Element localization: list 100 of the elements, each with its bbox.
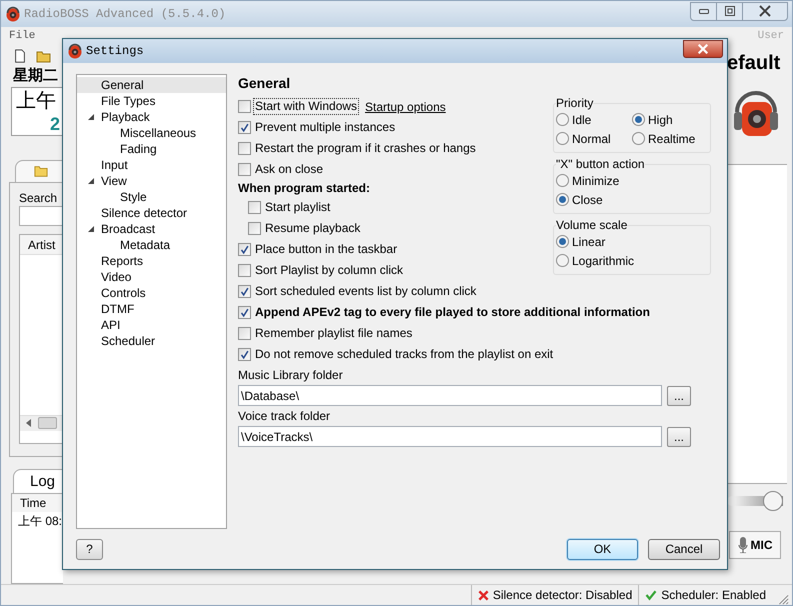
new-file-icon[interactable] (13, 48, 27, 64)
scroll-thumb[interactable] (38, 417, 57, 430)
checkbox-label[interactable]: Do not remove scheduled tracks from the playlist on exit (254, 347, 554, 362)
tree-item[interactable]: API (101, 317, 120, 333)
slider-thumb[interactable] (763, 491, 783, 511)
menu-item[interactable]: File (9, 28, 36, 44)
status-item: Scheduler: Enabled (638, 585, 772, 605)
checkbox[interactable] (238, 327, 251, 340)
ok-button[interactable]: OK (567, 538, 638, 560)
help-button[interactable]: ? (76, 538, 103, 560)
input-field[interactable]: \VoiceTracks\ (238, 426, 662, 447)
checkbox-label[interactable]: Prevent multiple instances (254, 120, 396, 135)
check-icon (645, 589, 658, 601)
window-title: RadioBOSS Advanced (5.5.4.0) (24, 6, 226, 23)
cross-icon (478, 590, 489, 600)
radio-label[interactable]: Close (572, 190, 603, 208)
browse-button[interactable]: ... (667, 386, 691, 406)
checkbox[interactable] (238, 306, 251, 319)
tree-item[interactable]: Video (101, 269, 132, 285)
close-button[interactable] (683, 40, 723, 58)
group-heading: When program started: (238, 180, 372, 197)
group-title: Priority (556, 96, 594, 110)
checkbox-label[interactable]: Ask on close (254, 162, 324, 177)
radio-label[interactable]: Logarithmic (572, 252, 634, 270)
checkbox-label[interactable]: Sort Playlist by column click (254, 263, 404, 278)
checkbox-label[interactable]: Remember playlist file names (254, 326, 414, 341)
tree-item[interactable]: Silence detector (101, 205, 188, 221)
mic-button[interactable]: MIC (729, 531, 781, 559)
close-icon (759, 5, 771, 17)
group-title: Volume scale (556, 218, 628, 232)
radio-label[interactable]: Linear (572, 232, 606, 250)
collapse-icon[interactable] (87, 225, 95, 233)
collapse-icon[interactable] (87, 113, 95, 121)
log-tab[interactable]: Log (13, 469, 63, 494)
minimize-icon (698, 8, 708, 14)
folder-tab[interactable] (15, 160, 63, 182)
tree-item[interactable]: Miscellaneous (120, 125, 196, 141)
checkbox[interactable] (238, 264, 251, 277)
checkbox[interactable] (248, 222, 261, 235)
radio-button[interactable] (556, 254, 569, 267)
tree-item[interactable]: Scheduler (101, 333, 156, 349)
radio-button[interactable] (556, 113, 569, 126)
cancel-button[interactable]: Cancel (648, 538, 720, 560)
checkbox[interactable] (238, 121, 251, 134)
search-field[interactable] (19, 206, 63, 226)
column-header[interactable]: Artist (20, 234, 63, 255)
radio-label[interactable]: Normal (572, 130, 611, 148)
checkbox[interactable] (238, 163, 251, 176)
scrollbar[interactable] (20, 414, 63, 431)
close-icon (697, 44, 709, 54)
browse-button[interactable]: ... (667, 426, 691, 446)
speaker-icon (5, 6, 21, 22)
clock-date: 2 (49, 114, 62, 134)
checkbox-label[interactable]: Start with Windows (254, 99, 358, 114)
checkbox-label[interactable]: Restart the program if it crashes or hangs (254, 141, 477, 156)
volume-slider[interactable] (727, 491, 783, 511)
maximize-icon (724, 6, 734, 16)
tree-item[interactable]: Input (101, 157, 128, 173)
radio-button[interactable] (556, 193, 569, 206)
tree-item[interactable]: Broadcast (101, 221, 156, 237)
day-label: 星期二 (12, 66, 59, 85)
checkbox-label[interactable]: Start playlist (264, 200, 332, 215)
dialog-title: Settings (86, 43, 144, 60)
checkbox-label[interactable]: Resume playback (264, 221, 362, 236)
section-heading: General (238, 74, 292, 92)
checkbox[interactable] (238, 243, 251, 256)
tree-item[interactable]: Metadata (120, 237, 170, 253)
radio-label[interactable]: High (648, 110, 673, 128)
checkbox[interactable] (238, 142, 251, 155)
checkbox[interactable] (238, 100, 251, 113)
tree-item[interactable]: File Types (101, 93, 156, 109)
tree-item[interactable]: DTMF (101, 301, 134, 317)
tree-item[interactable]: Controls (101, 285, 146, 301)
group-title: "X" button action (556, 157, 645, 171)
tree-item[interactable]: View (101, 173, 127, 189)
radio-button[interactable] (632, 132, 645, 145)
collapse-icon[interactable] (87, 177, 95, 185)
radio-button[interactable] (632, 113, 645, 126)
profile-name: efault (727, 51, 780, 76)
startup-options-link[interactable]: Startup options (365, 98, 446, 116)
scroll-left-icon[interactable] (26, 419, 32, 428)
tree-item[interactable]: Playback (101, 109, 150, 125)
column-header[interactable]: Time (12, 494, 63, 512)
checkbox[interactable] (238, 348, 251, 361)
checkbox-label[interactable]: Append APEv2 tag to every file played to store additional information (254, 305, 651, 320)
checkbox[interactable] (238, 285, 251, 298)
radio-button[interactable] (556, 132, 569, 145)
field-label: Music Library folder (238, 367, 344, 383)
radio-label[interactable]: Minimize (572, 172, 620, 190)
tree-item[interactable]: Style (120, 189, 147, 205)
checkbox-label[interactable]: Sort scheduled events list by column click (254, 284, 478, 299)
checkbox-label[interactable]: Place button in the taskbar (254, 242, 398, 257)
tree-item[interactable]: Reports (101, 253, 144, 269)
input-field[interactable]: \Database\ (238, 385, 662, 406)
tree-item[interactable]: Fading (120, 141, 157, 157)
checkbox[interactable] (248, 201, 261, 214)
radio-button[interactable] (556, 174, 569, 187)
radio-label[interactable]: Idle (572, 110, 592, 128)
radio-button[interactable] (556, 235, 569, 248)
radio-label[interactable]: Realtime (648, 130, 696, 148)
